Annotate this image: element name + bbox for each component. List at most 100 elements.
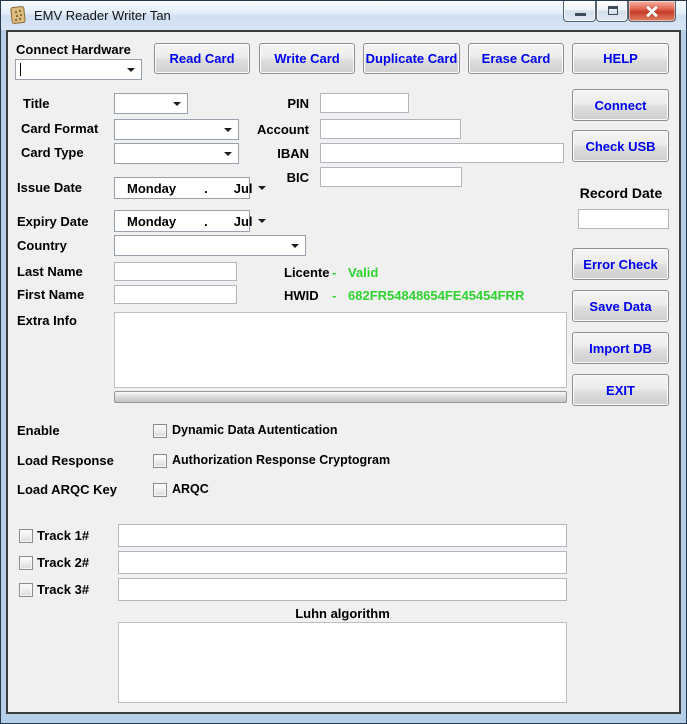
expiry-date-label: Expiry Date [17,214,89,229]
arc-checkbox[interactable] [153,454,167,468]
load-arqc-key-label: Load ARQC Key [17,482,117,497]
text-caret [20,63,21,76]
app-window: EMV Reader Writer Tan Connect Hardware R… [0,0,687,724]
read-card-label: Read Card [169,51,234,66]
check-usb-button[interactable]: Check USB [572,130,669,162]
pin-field[interactable] [320,93,409,113]
account-label: Account [238,122,309,137]
dropdown-arrow-icon [258,219,266,223]
title-label: Title [23,96,50,111]
expiry-date-separator: . [204,214,208,229]
dropdown-arrow-icon [258,186,266,190]
track2-field[interactable] [118,551,567,574]
track3-checkbox[interactable] [19,583,33,597]
dda-checkbox[interactable] [153,424,167,438]
track3-label: Track 3# [37,582,89,597]
exit-label: EXIT [606,383,635,398]
error-check-button[interactable]: Error Check [572,248,669,280]
write-card-label: Write Card [274,51,340,66]
hwid-dash: - [332,288,336,303]
erase-card-label: Erase Card [482,51,551,66]
luhn-textarea[interactable] [118,622,567,703]
import-db-label: Import DB [589,341,652,356]
extra-info-scrollbar[interactable] [114,391,567,403]
hwid-value: 682FR54848654FE45454FRR [348,288,524,303]
duplicate-card-label: Duplicate Card [366,51,458,66]
country-label: Country [17,238,67,253]
dropdown-arrow-icon [224,128,232,132]
iban-label: IBAN [238,146,309,161]
arqc-checkbox[interactable] [153,483,167,497]
maximize-button[interactable] [596,1,628,22]
licente-value: Valid [348,265,378,280]
licente-dash: - [332,265,336,280]
country-combobox[interactable] [114,235,306,256]
iban-field[interactable] [320,143,564,163]
issue-date-label: Issue Date [17,180,82,195]
arqc-checkbox-label: ARQC [172,482,209,496]
expiry-date-day: Monday [127,214,176,229]
save-data-button[interactable]: Save Data [572,290,669,322]
erase-card-button[interactable]: Erase Card [468,43,564,74]
issue-date-picker[interactable]: Monday . Jul [114,177,250,199]
first-name-label: First Name [17,287,84,302]
read-card-button[interactable]: Read Card [154,43,250,74]
close-button[interactable] [628,1,676,22]
bic-label: BIC [238,170,309,185]
luhn-algorithm-label: Luhn algorithm [118,606,567,621]
connect-button[interactable]: Connect [572,89,669,121]
track2-label: Track 2# [37,555,89,570]
title-combobox[interactable] [114,93,188,114]
error-check-label: Error Check [583,257,657,272]
hwid-label: HWID [284,288,319,303]
card-type-combobox[interactable] [114,143,239,164]
dropdown-arrow-icon [173,102,181,106]
track3-field[interactable] [118,578,567,601]
expiry-date-month: Jul [234,214,253,229]
track1-checkbox[interactable] [19,529,33,543]
track2-checkbox[interactable] [19,556,33,570]
help-button[interactable]: HELP [572,43,669,74]
first-name-field[interactable] [114,285,237,304]
account-field[interactable] [320,119,461,139]
connect-hardware-combobox[interactable] [15,59,142,80]
record-date-field[interactable] [578,209,669,229]
dda-checkbox-label: Dynamic Data Autentication [172,423,338,437]
check-usb-label: Check USB [585,139,655,154]
bic-field[interactable] [320,167,462,187]
issue-date-day: Monday [127,181,176,196]
client-area: Connect Hardware Read Card Write Card Du… [6,30,681,714]
last-name-field[interactable] [114,262,237,281]
minimize-button[interactable] [563,1,596,22]
title-bar: EMV Reader Writer Tan [1,1,686,30]
last-name-label: Last Name [17,264,83,279]
import-db-button[interactable]: Import DB [572,332,669,364]
dropdown-arrow-icon [224,152,232,156]
smartcard-icon [10,6,27,24]
dropdown-arrow-icon [291,244,299,248]
dropdown-arrow-icon [127,68,135,72]
load-response-label: Load Response [17,453,114,468]
save-data-label: Save Data [589,299,651,314]
connect-label: Connect [595,98,647,113]
card-format-label: Card Format [21,121,98,136]
card-format-combobox[interactable] [114,119,239,140]
expiry-date-picker[interactable]: Monday . Jul [114,210,250,232]
extra-info-textarea[interactable] [114,312,567,388]
write-card-button[interactable]: Write Card [259,43,355,74]
pin-label: PIN [238,96,309,111]
help-label: HELP [603,51,638,66]
card-type-label: Card Type [21,145,84,160]
licente-label: Licente [284,265,330,280]
track1-label: Track 1# [37,528,89,543]
track1-field[interactable] [118,524,567,547]
enable-label: Enable [17,423,60,438]
issue-date-separator: . [204,181,208,196]
connect-hardware-label: Connect Hardware [16,42,131,57]
extra-info-label: Extra Info [17,313,77,328]
duplicate-card-button[interactable]: Duplicate Card [363,43,460,74]
record-date-label: Record Date [571,185,671,201]
window-title: EMV Reader Writer Tan [34,8,171,23]
exit-button[interactable]: EXIT [572,374,669,406]
arc-checkbox-label: Authorization Response Cryptogram [172,453,390,467]
